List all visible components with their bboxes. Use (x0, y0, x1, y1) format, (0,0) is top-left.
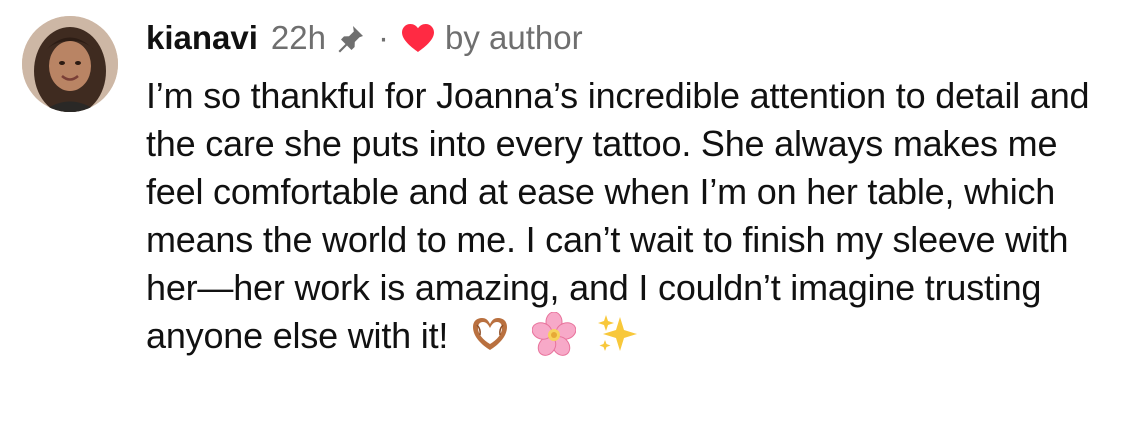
timestamp: 22h (270, 19, 326, 56)
comment-body: kianavi 22h · by author I’m so thankful … (146, 14, 1121, 360)
pin-icon (336, 23, 366, 53)
avatar[interactable] (22, 16, 118, 112)
comment-text-block: I’m so thankful for Joanna’s incredible … (146, 72, 1121, 360)
cherry-blossom-emoji (531, 312, 576, 356)
heart-hands-emoji (468, 312, 512, 356)
comment-meta: kianavi 22h · by author (146, 14, 1121, 62)
heart-icon (401, 23, 435, 53)
sparkles-emoji (596, 312, 640, 356)
username-link[interactable]: kianavi (146, 14, 258, 62)
comment: kianavi 22h · by author I’m so thankful … (0, 0, 1143, 426)
meta-separator: · (377, 19, 389, 56)
avatar-image (22, 16, 118, 112)
author-like-label: by author (444, 19, 583, 56)
